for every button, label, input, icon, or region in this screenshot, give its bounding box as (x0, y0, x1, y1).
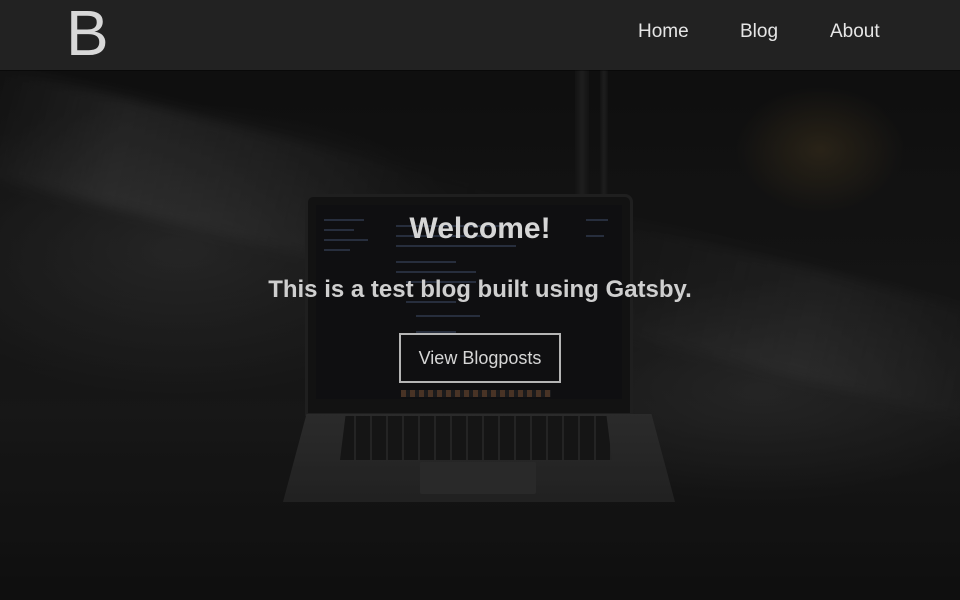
site-logo[interactable]: B (66, 0, 109, 70)
hero-section: Welcome! This is a test blog built using… (0, 70, 960, 600)
hero-subtitle: This is a test blog built using Gatsby. (268, 276, 692, 303)
nav-home-link[interactable]: Home (638, 21, 689, 43)
site-header: B Home Blog About (0, 0, 960, 70)
view-blogposts-button[interactable]: View Blogposts (399, 333, 561, 383)
hero-title: Welcome! (409, 212, 551, 245)
nav-about-link[interactable]: About (830, 21, 880, 43)
nav-blog-link[interactable]: Blog (740, 21, 778, 43)
